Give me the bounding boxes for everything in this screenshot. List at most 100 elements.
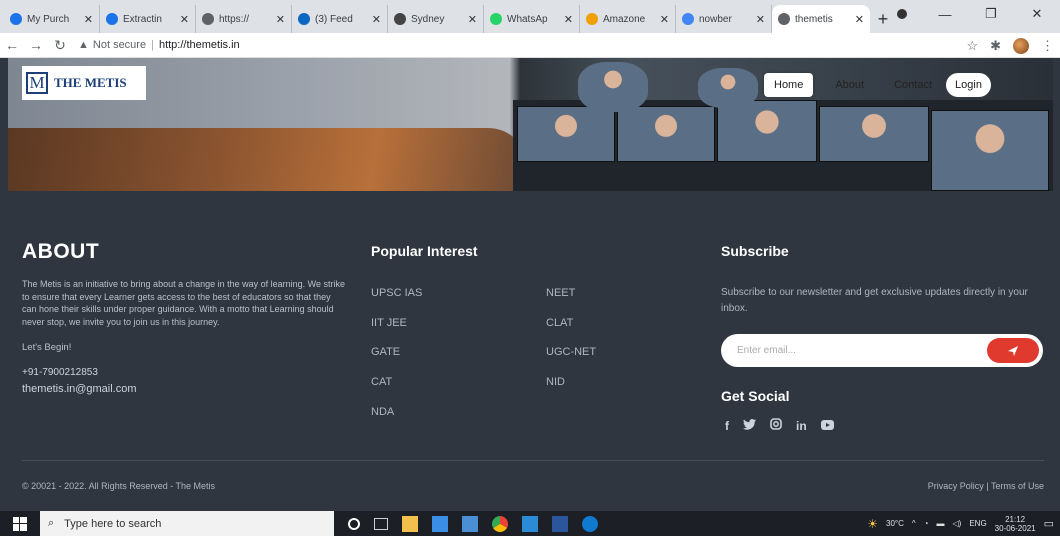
tab-list: My Purch ✕ Extractin ✕ https://✕ (3) Feed ✕ Syd… <box>4 5 870 33</box>
browser-tab[interactable]: WhatsAp ✕ <box>484 5 580 33</box>
mail-icon[interactable] <box>462 515 478 532</box>
browser-tab[interactable]: My Purch ✕ <box>4 5 100 33</box>
tab-title: themetis <box>795 13 833 25</box>
hero-table-image <box>8 128 528 191</box>
contact-email[interactable]: themetis.in@gmail.com <box>22 383 347 395</box>
tab-close-icon[interactable]: ✕ <box>276 13 285 26</box>
popular-link[interactable]: NDA <box>371 406 394 418</box>
tab-close-icon[interactable]: ✕ <box>372 13 381 26</box>
store-icon[interactable] <box>432 515 448 532</box>
hero-video-call-image <box>513 100 1053 191</box>
popular-link[interactable]: CLAT <box>546 317 573 329</box>
taskbar-search[interactable]: ⌕ Type here to search <box>40 511 334 536</box>
maximize-button[interactable]: ❐ <box>968 6 1014 22</box>
tab-close-icon[interactable]: ✕ <box>564 13 573 26</box>
battery-icon[interactable]: ▬ <box>937 519 945 528</box>
star-icon[interactable]: ☆ <box>966 38 978 54</box>
browser-tab[interactable]: Sydney ✕ <box>388 5 484 33</box>
facebook-icon[interactable]: f <box>725 419 729 433</box>
tab-close-icon[interactable]: ✕ <box>756 13 765 26</box>
windows-taskbar: ⌕ Type here to search ☀ 30°C ^ ◔ ▬ ◁) EN… <box>0 511 1060 536</box>
nav-contact[interactable]: Contact <box>894 79 932 91</box>
weather-icon[interactable]: ☀ <box>867 517 878 531</box>
browser-tab[interactable]: themetis ✕ <box>772 5 870 33</box>
back-button[interactable]: ← <box>0 37 24 53</box>
forward-button[interactable]: → <box>24 37 48 53</box>
subscribe-form <box>721 334 1043 367</box>
contact-phone[interactable]: +91-7900212853 <box>22 367 347 378</box>
tab-close-icon[interactable]: ✕ <box>855 13 864 26</box>
reload-button[interactable]: ↻ <box>48 37 72 54</box>
warning-icon: ▲ <box>78 39 89 51</box>
taskbar-apps <box>348 515 598 532</box>
popular-link[interactable]: GATE <box>371 346 400 358</box>
tab-close-icon[interactable]: ✕ <box>660 13 669 26</box>
close-window-button[interactable]: ✕ <box>1014 6 1060 22</box>
minimize-button[interactable]: — <box>922 7 968 22</box>
tab-close-icon[interactable]: ✕ <box>180 13 189 26</box>
task-view-icon[interactable] <box>374 517 388 530</box>
youtube-icon[interactable] <box>820 419 834 433</box>
copyright-text: © 20021 - 2022. All Rights Reserved - Th… <box>22 481 216 491</box>
lets-begin-text: Let's Begin! <box>22 342 72 353</box>
notifications-icon[interactable]: ▭ <box>1044 517 1054 530</box>
popular-link[interactable]: UPSC IAS <box>371 287 422 299</box>
url-text[interactable]: http://themetis.in <box>159 39 240 51</box>
nav-login[interactable]: Login <box>946 73 991 97</box>
hero-person-image <box>578 62 648 112</box>
video-tile <box>931 110 1049 191</box>
tab-title: https:// <box>219 13 250 25</box>
tab-close-icon[interactable]: ✕ <box>468 13 477 26</box>
instagram-icon[interactable] <box>770 418 782 433</box>
nav-home[interactable]: Home <box>764 73 814 97</box>
nav-about[interactable]: About <box>835 79 864 91</box>
popular-link[interactable]: CAT <box>371 376 392 388</box>
video-tile <box>617 106 715 162</box>
popular-link[interactable]: UGC-NET <box>546 346 596 358</box>
window-controls: — ❐ ✕ <box>882 0 1060 28</box>
settings-app-icon[interactable] <box>582 515 598 532</box>
about-description: The Metis is an initiative to bring abou… <box>22 279 346 327</box>
chrome-icon[interactable] <box>492 515 508 532</box>
address-bar[interactable]: ▲ Not secure | http://themetis.in <box>78 39 240 51</box>
popular-link[interactable]: NEET <box>546 287 575 299</box>
record-icon[interactable] <box>882 7 922 22</box>
profile-avatar[interactable] <box>1013 37 1029 54</box>
network-icon[interactable]: ◔ <box>924 519 929 528</box>
tab-favicon-icon <box>202 13 214 25</box>
email-input[interactable] <box>737 345 977 356</box>
popular-interest-section: Popular Interest UPSC IAS IIT JEE GATE C… <box>371 243 691 418</box>
clock[interactable]: 21:12 30-06-2021 <box>995 515 1036 533</box>
linkedin-icon[interactable]: in <box>796 419 807 433</box>
address-separator: | <box>151 39 154 51</box>
lang-indicator[interactable]: ENG <box>969 519 986 528</box>
clock-time: 21:12 <box>1005 514 1026 524</box>
tab-title: Sydney <box>411 13 445 25</box>
about-heading: ABOUT <box>22 240 100 263</box>
browser-tab[interactable]: Extractin ✕ <box>100 5 196 33</box>
subscribe-button[interactable] <box>987 338 1039 363</box>
extensions-icon[interactable]: ✱ <box>990 38 1001 54</box>
browser-tab[interactable]: (3) Feed ✕ <box>292 5 388 33</box>
chevron-up-icon[interactable]: ^ <box>912 519 916 528</box>
browser-tab-strip: My Purch ✕ Extractin ✕ https://✕ (3) Feed ✕ Syd… <box>0 0 1060 33</box>
volume-icon[interactable]: ◁) <box>953 519 962 528</box>
video-tile <box>717 100 817 162</box>
legal-links[interactable]: Privacy Policy | Terms of Use <box>928 481 1044 491</box>
word-icon[interactable] <box>552 515 568 532</box>
browser-tab[interactable]: nowber ✕ <box>676 5 772 33</box>
popular-link[interactable]: NID <box>546 376 565 388</box>
cortana-icon[interactable] <box>348 517 360 530</box>
twitter-icon[interactable] <box>743 418 756 433</box>
vscode-icon[interactable] <box>522 515 538 532</box>
windows-start-icon[interactable] <box>0 516 40 531</box>
file-explorer-icon[interactable] <box>402 515 418 532</box>
site-logo[interactable]: M THE METIS <box>22 66 146 100</box>
browser-tab[interactable]: Amazone ✕ <box>580 5 676 33</box>
browser-tab[interactable]: https:// ✕ <box>196 5 292 33</box>
weather-temp[interactable]: 30°C <box>886 519 904 528</box>
popular-link[interactable]: IIT JEE <box>371 317 407 329</box>
menu-icon[interactable]: ⋮ <box>1041 38 1054 54</box>
tab-favicon-icon <box>586 13 598 25</box>
tab-close-icon[interactable]: ✕ <box>84 13 93 26</box>
